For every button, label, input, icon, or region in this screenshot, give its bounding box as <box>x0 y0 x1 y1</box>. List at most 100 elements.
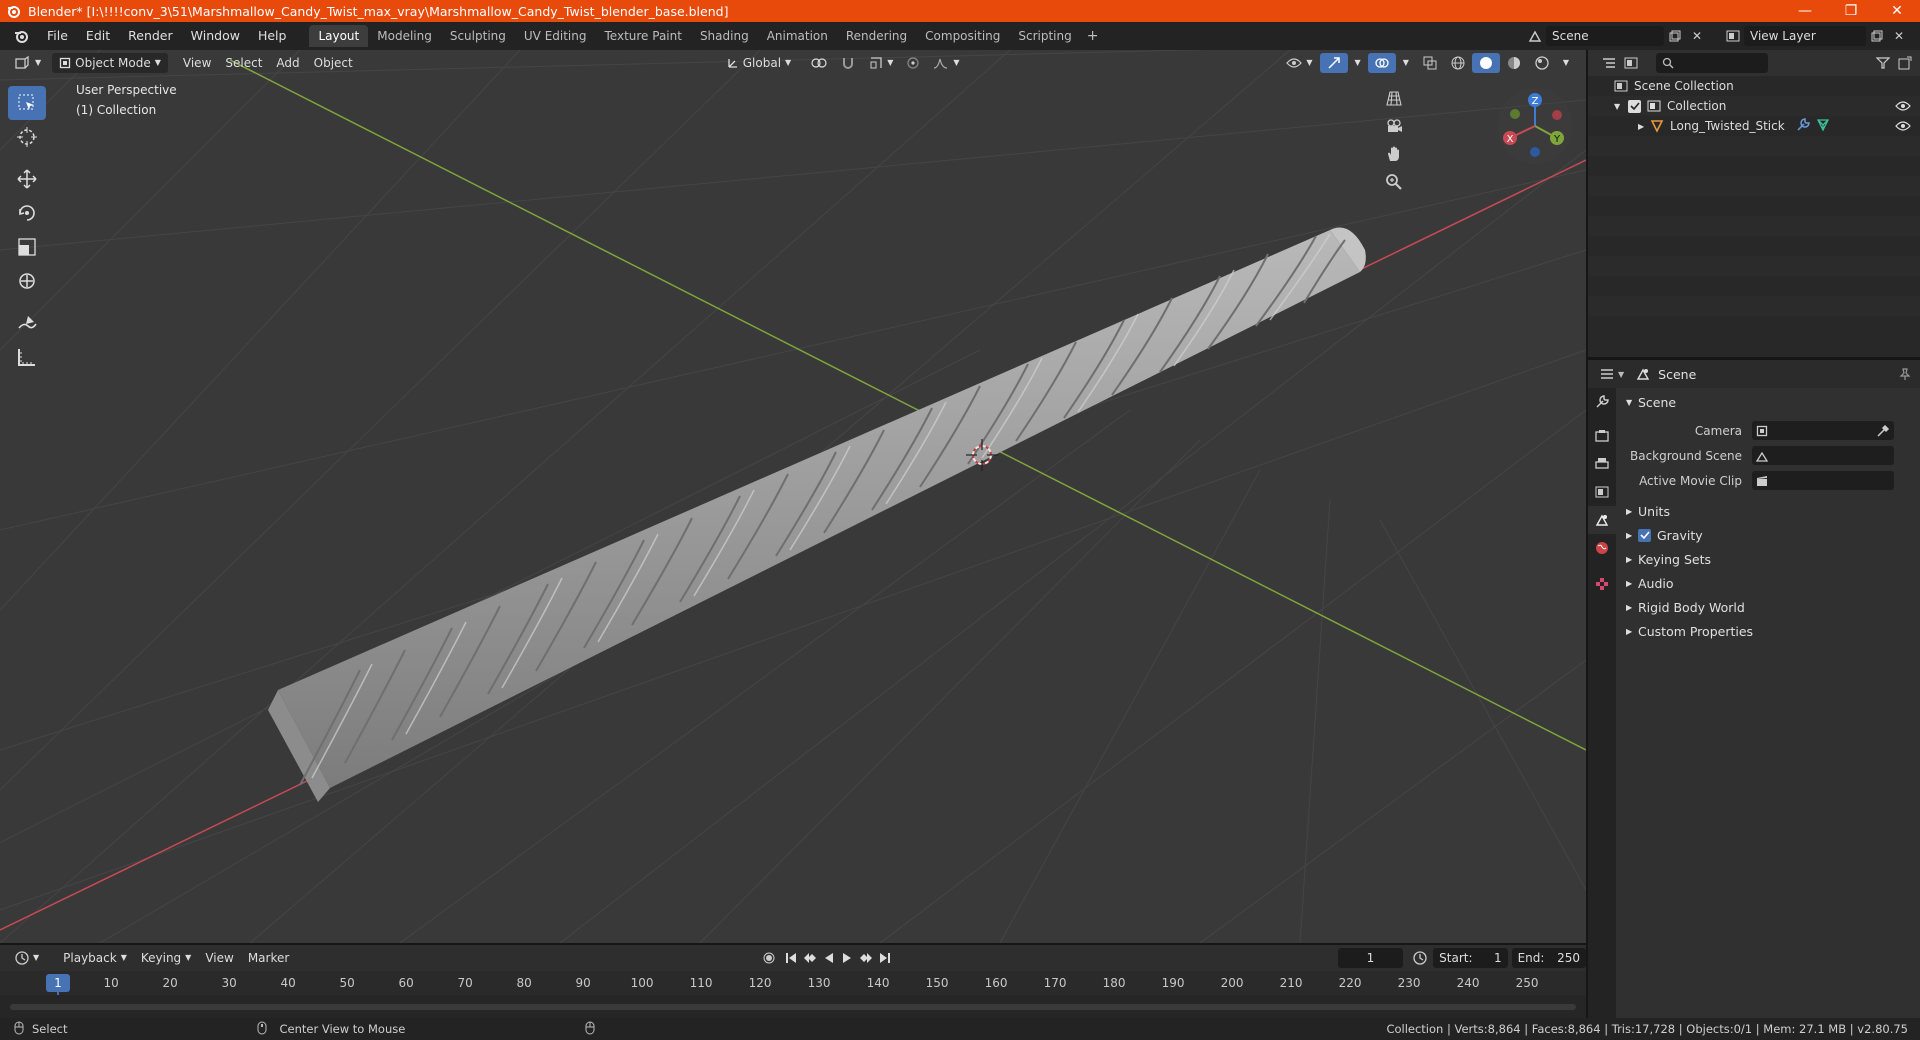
frame-ruler[interactable]: 1 10 20 30 40 50 60 70 80 90 100 110 120 130 140 150 160… <box>0 971 1586 995</box>
collection-visibility-eye-icon[interactable] <box>1892 96 1914 116</box>
keying-sets-subpanel[interactable]: ▶ Keying Sets <box>1616 547 1920 571</box>
record-button[interactable] <box>756 948 782 968</box>
tab-world[interactable] <box>1588 534 1616 562</box>
gizmo-toggle[interactable] <box>1319 53 1348 73</box>
preview-range-icon[interactable] <box>1411 948 1430 968</box>
view-layer-field[interactable]: View Layer <box>1744 26 1866 46</box>
menu-help[interactable]: Help <box>249 25 296 47</box>
end-frame-field[interactable]: End: 250 <box>1511 948 1586 968</box>
outliner-editor-type-button[interactable] <box>1598 53 1620 73</box>
pan-view-button[interactable] <box>1380 140 1408 168</box>
tab-sculpting[interactable]: Sculpting <box>441 25 515 47</box>
shading-wireframe-button[interactable] <box>1444 53 1472 73</box>
measure-tool[interactable] <box>8 340 46 374</box>
select-box-tool[interactable] <box>8 86 46 120</box>
next-keyframe-button[interactable] <box>856 948 876 968</box>
viewport-menu-object[interactable]: Object <box>307 53 360 73</box>
blender-menu-icon[interactable] <box>10 26 34 46</box>
timeline-menu-marker[interactable]: Marker <box>241 948 296 968</box>
gizmo-dropdown[interactable]: ▼ <box>1348 53 1368 73</box>
jump-start-button[interactable] <box>782 948 800 968</box>
orientation-dropdown[interactable]: Global ▼ <box>720 53 798 73</box>
menu-window[interactable]: Window <box>182 25 249 47</box>
delete-view-layer-icon[interactable]: ✕ <box>1888 26 1910 46</box>
proportional-falloff-dropdown[interactable]: ▼ <box>926 53 966 73</box>
zoom-view-button[interactable] <box>1380 168 1408 196</box>
minimize-button[interactable]: — <box>1782 0 1828 22</box>
scene-section-header[interactable]: ▼ Scene <box>1616 390 1920 414</box>
scene-field[interactable]: Scene <box>1546 26 1664 46</box>
expand-arrow-icon[interactable]: ▶ <box>1638 122 1650 131</box>
timeline-menu-playback[interactable]: Playback ▼ <box>56 948 134 968</box>
tab-render[interactable] <box>1588 422 1616 450</box>
shading-rendered-button[interactable] <box>1528 53 1556 73</box>
timeline-menu-view[interactable]: View <box>198 948 240 968</box>
outliner-row-scene-collection[interactable]: Scene Collection <box>1588 76 1920 96</box>
outliner-row-collection[interactable]: ▼ Collection <box>1588 96 1920 116</box>
move-tool[interactable] <box>8 162 46 196</box>
jump-end-button[interactable] <box>876 948 894 968</box>
snap-target-dropdown[interactable]: ▼ <box>862 53 900 73</box>
units-subpanel[interactable]: ▶ Units <box>1616 499 1920 523</box>
view-layer-icon[interactable] <box>1722 26 1744 46</box>
add-workspace-button[interactable]: + <box>1081 25 1105 47</box>
viewport-menu-view[interactable]: View <box>176 53 218 73</box>
mode-dropdown[interactable]: Object Mode ▼ <box>52 53 168 73</box>
pin-icon[interactable] <box>1894 364 1916 384</box>
editor-type-button[interactable]: ▼ <box>8 53 48 73</box>
xray-toggle[interactable] <box>1416 53 1444 73</box>
current-frame-field[interactable]: 1 <box>1338 948 1403 968</box>
camera-field[interactable] <box>1752 421 1894 440</box>
close-button[interactable]: ✕ <box>1874 0 1920 22</box>
scene-icon[interactable] <box>1524 26 1546 46</box>
filter-button[interactable] <box>1872 53 1894 73</box>
timeline-menu-keying[interactable]: Keying ▼ <box>134 948 198 968</box>
collection-exclude-checkbox[interactable] <box>1628 99 1641 113</box>
toggle-perspective-button[interactable] <box>1380 84 1408 112</box>
tab-view-layer[interactable] <box>1588 478 1616 506</box>
mesh-data-icon[interactable] <box>1816 118 1830 135</box>
outliner-search-input[interactable] <box>1656 53 1768 73</box>
snap-toggle[interactable] <box>834 53 862 73</box>
expand-arrow-icon[interactable]: ▼ <box>1614 102 1628 111</box>
eyedropper-icon[interactable] <box>1876 424 1890 438</box>
camera-view-button[interactable] <box>1380 112 1408 140</box>
play-button[interactable] <box>838 948 856 968</box>
twisted-stick-mesh[interactable] <box>268 227 1366 803</box>
navigation-gizmo[interactable]: Z Y X <box>1497 88 1573 164</box>
transform-tool[interactable] <box>8 264 46 298</box>
viewport-menu-select[interactable]: Select <box>218 53 269 73</box>
properties-editor-type-button[interactable] <box>1596 364 1618 384</box>
restore-button[interactable]: ❐ <box>1828 0 1874 22</box>
tab-texture[interactable] <box>1588 570 1616 598</box>
3d-viewport[interactable]: Z Y X ▼ Object Mode ▼ View Select Add Ob… <box>0 50 1586 943</box>
timeline-editor-type-button[interactable]: ▼ <box>8 948 46 968</box>
custom-properties-subpanel[interactable]: ▶ Custom Properties <box>1616 619 1920 643</box>
play-reverse-button[interactable] <box>820 948 838 968</box>
shading-dropdown[interactable]: ▼ <box>1556 53 1576 73</box>
tab-compositing[interactable]: Compositing <box>916 25 1009 47</box>
tab-uv-editing[interactable]: UV Editing <box>515 25 596 47</box>
overlays-toggle[interactable] <box>1367 53 1396 73</box>
proportional-edit-toggle[interactable] <box>900 53 926 73</box>
timeline-scrollbar[interactable] <box>10 1004 1576 1010</box>
tab-modeling[interactable]: Modeling <box>368 25 441 47</box>
visibility-selectability-button[interactable]: ▼ <box>1279 53 1319 73</box>
new-scene-icon[interactable] <box>1664 26 1686 46</box>
display-mode-dropdown[interactable] <box>1620 53 1642 73</box>
active-movie-clip-field[interactable] <box>1752 471 1894 490</box>
shading-material-button[interactable] <box>1500 53 1528 73</box>
shading-solid-button[interactable] <box>1471 53 1500 73</box>
outliner-row-object[interactable]: ▶ Long_Twisted_Stick <box>1588 116 1920 136</box>
menu-render[interactable]: Render <box>119 25 182 47</box>
tab-output[interactable] <box>1588 450 1616 478</box>
rigid-body-world-subpanel[interactable]: ▶ Rigid Body World <box>1616 595 1920 619</box>
pivot-point-button[interactable] <box>804 53 834 73</box>
gravity-subpanel[interactable]: ▶ Gravity <box>1616 523 1920 547</box>
menu-edit[interactable]: Edit <box>77 25 119 47</box>
tab-shading[interactable]: Shading <box>691 25 758 47</box>
tab-texture-paint[interactable]: Texture Paint <box>596 25 691 47</box>
tab-scene[interactable] <box>1588 506 1616 534</box>
scale-tool[interactable] <box>8 230 46 264</box>
object-visibility-eye-icon[interactable] <box>1892 116 1914 136</box>
